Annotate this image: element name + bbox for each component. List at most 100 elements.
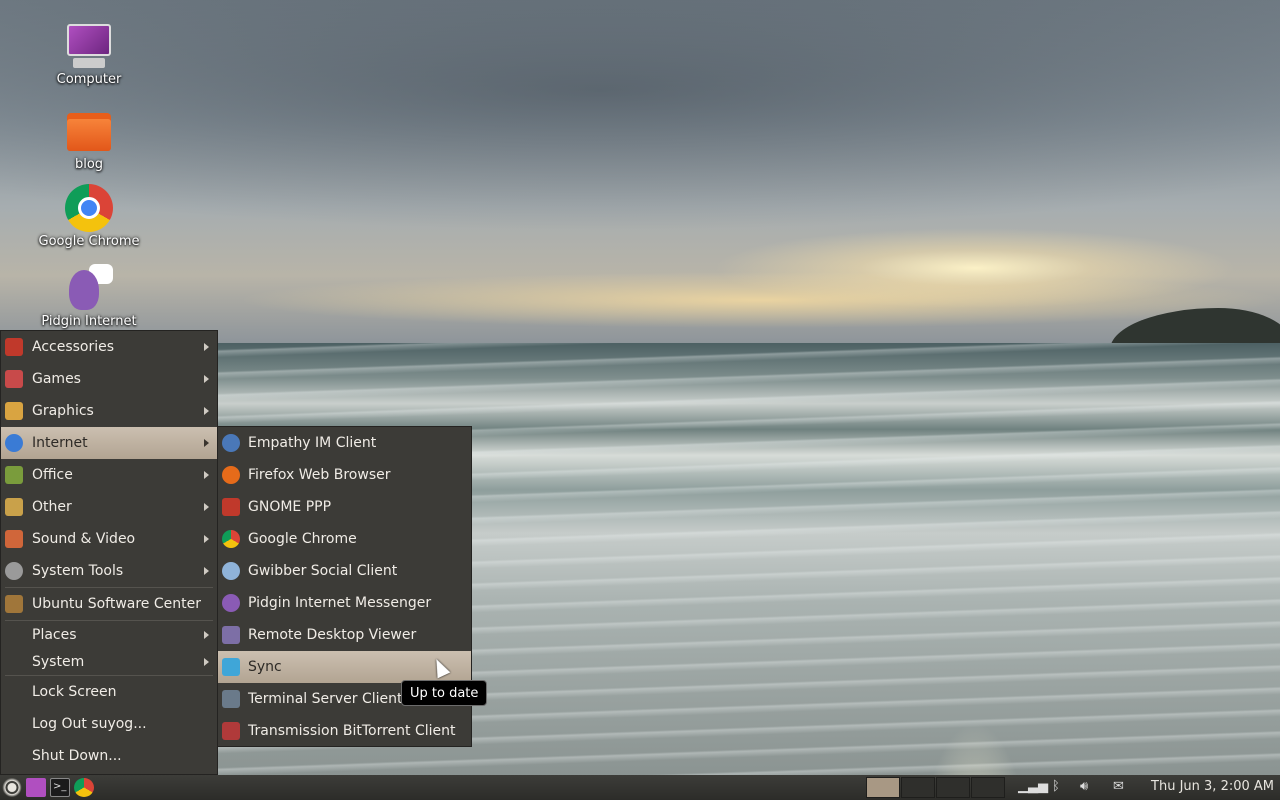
submenu-arrow-icon (204, 630, 209, 639)
ubuntu-menu-icon[interactable] (2, 778, 22, 797)
submenu-item-transmission[interactable]: Transmission BitTorrent Client (218, 715, 471, 747)
internet-icon (5, 434, 23, 452)
submenu-arrow-icon (204, 375, 209, 383)
office-icon (5, 466, 23, 484)
sync-icon (222, 658, 240, 676)
games-icon (5, 370, 23, 388)
bluetooth-icon[interactable]: ᛒ (1052, 779, 1060, 794)
network-signal-icon[interactable]: ▁▃▅ (1018, 779, 1048, 794)
bottom-panel: >_ ▁▃▅ ᛒ 🔊︎ ✉ Thu Jun 3, 2:00 AM (0, 775, 1280, 800)
desktop-icon-computer[interactable]: Computer (29, 22, 149, 88)
menu-item-ubuntu-software-center[interactable]: Ubuntu Software Center (1, 588, 217, 620)
chrome-icon (65, 184, 113, 232)
desktop-icon-blog[interactable]: blog (29, 107, 149, 173)
menu-item-graphics[interactable]: Graphics (1, 395, 217, 427)
software-center-icon (5, 595, 23, 613)
computer-icon (65, 22, 113, 70)
submenu-arrow-icon (204, 471, 209, 479)
mail-icon[interactable]: ✉ (1113, 779, 1124, 794)
show-desktop-icon[interactable] (26, 778, 46, 797)
menu-item-office[interactable]: Office (1, 459, 217, 491)
menu-item-label: Terminal Server Client (248, 691, 403, 707)
menu-item-system-tools[interactable]: System Tools (1, 555, 217, 587)
pidgin-icon (65, 264, 113, 312)
submenu-item-remote-desktop[interactable]: Remote Desktop Viewer (218, 619, 471, 651)
menu-item-label: Sound & Video (32, 531, 136, 547)
submenu-item-pidgin[interactable]: Pidgin Internet Messenger (218, 587, 471, 619)
menu-item-label: Remote Desktop Viewer (248, 627, 417, 643)
menu-item-label: Empathy IM Client (248, 435, 377, 451)
menu-item-label: System (32, 653, 85, 670)
workspace-4[interactable] (971, 777, 1005, 798)
submenu-item-firefox[interactable]: Firefox Web Browser (218, 459, 471, 491)
workspace-1[interactable] (866, 777, 900, 798)
menu-item-lock-screen[interactable]: Lock Screen (1, 676, 217, 708)
submenu-item-google-chrome[interactable]: Google Chrome (218, 523, 471, 555)
menu-item-label: Sync (248, 659, 282, 675)
terminal-server-icon (222, 690, 240, 708)
submenu-arrow-icon (204, 439, 209, 447)
gnome-ppp-icon (222, 498, 240, 516)
menu-item-label: Graphics (32, 403, 94, 419)
menu-item-label: Internet (32, 435, 88, 451)
menu-item-sound-video[interactable]: Sound & Video (1, 523, 217, 555)
submenu-item-empathy[interactable]: Empathy IM Client (218, 427, 471, 459)
desktop-icon-google-chrome[interactable]: Google Chrome (29, 184, 149, 250)
submenu-arrow-icon (204, 407, 209, 415)
menu-item-label: Firefox Web Browser (248, 467, 391, 483)
menu-item-label: Google Chrome (248, 531, 357, 547)
desktop-icon-label: Computer (56, 72, 122, 87)
menu-item-shut-down[interactable]: Shut Down... (1, 740, 217, 772)
workspace-3[interactable] (936, 777, 970, 798)
menu-item-label: Log Out suyog... (32, 716, 147, 732)
menu-item-accessories[interactable]: Accessories (1, 331, 217, 363)
submenu-arrow-icon (204, 343, 209, 351)
desktop-icon-label: Pidgin Internet (41, 314, 137, 329)
other-icon (5, 498, 23, 516)
menu-item-internet[interactable]: Internet (1, 427, 217, 459)
menu-item-label: Gwibber Social Client (248, 563, 398, 579)
menu-item-other[interactable]: Other (1, 491, 217, 523)
menu-item-label: System Tools (32, 563, 124, 579)
submenu-item-gnome-ppp[interactable]: GNOME PPP (218, 491, 471, 523)
menu-item-label: Lock Screen (32, 684, 117, 700)
menu-item-label: Office (32, 467, 73, 483)
menu-item-places[interactable]: Places (1, 621, 217, 648)
graphics-icon (5, 402, 23, 420)
menu-item-label: Transmission BitTorrent Client (248, 723, 456, 739)
submenu-arrow-icon (204, 657, 209, 666)
pidgin-icon (222, 594, 240, 612)
applications-menu: Accessories Games Graphics Internet Offi… (0, 330, 218, 775)
menu-item-label: Places (32, 626, 77, 643)
submenu-arrow-icon (204, 567, 209, 575)
volume-icon[interactable]: 🔊︎ (1080, 779, 1088, 794)
transmission-icon (222, 722, 240, 740)
folder-icon (65, 107, 113, 155)
tooltip: Up to date (401, 680, 488, 706)
system-tools-icon (5, 562, 23, 580)
sound-video-icon (5, 530, 23, 548)
menu-item-label: Shut Down... (32, 748, 122, 764)
menu-item-label: Other (32, 499, 72, 515)
desktop-icon-pidgin[interactable]: Pidgin Internet (29, 264, 149, 330)
submenu-item-gwibber[interactable]: Gwibber Social Client (218, 555, 471, 587)
desktop-icon-label: Google Chrome (38, 234, 140, 249)
menu-item-label: Pidgin Internet Messenger (248, 595, 432, 611)
menu-item-log-out[interactable]: Log Out suyog... (1, 708, 217, 740)
remote-desktop-icon (222, 626, 240, 644)
workspace-2[interactable] (901, 777, 935, 798)
accessories-icon (5, 338, 23, 356)
menu-item-games[interactable]: Games (1, 363, 217, 395)
menu-item-label: Games (32, 371, 81, 387)
terminal-launcher-icon[interactable]: >_ (50, 778, 70, 797)
submenu-arrow-icon (204, 503, 209, 511)
clock[interactable]: Thu Jun 3, 2:00 AM (1151, 779, 1274, 794)
chrome-icon (222, 530, 240, 548)
wallpaper-sky (0, 0, 1280, 345)
desktop-icon-label: blog (74, 157, 104, 172)
chrome-launcher-icon[interactable] (74, 778, 94, 797)
menu-item-system[interactable]: System (1, 648, 217, 675)
empathy-icon (222, 434, 240, 452)
menu-item-label: Ubuntu Software Center (32, 596, 201, 612)
firefox-icon (222, 466, 240, 484)
